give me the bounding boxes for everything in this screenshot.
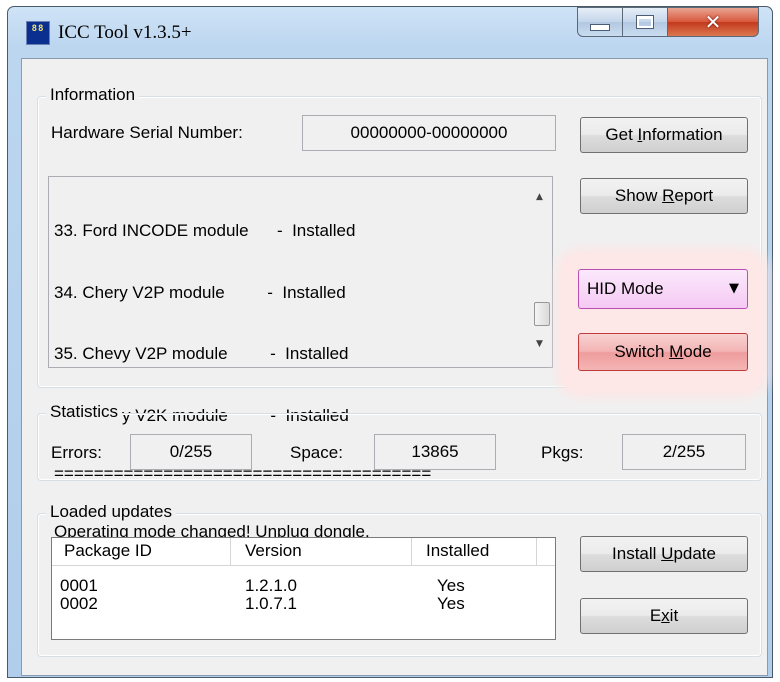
- minimize-icon: [590, 23, 610, 31]
- loaded-updates-group-title: Loaded updates: [46, 502, 176, 522]
- maximize-button[interactable]: [622, 7, 668, 37]
- version-cell: 1.2.1.0: [245, 576, 297, 595]
- title-bar[interactable]: 88 ICC Tool v1.3.5+ ✕: [8, 7, 772, 59]
- installed-cell: Yes: [437, 594, 465, 613]
- exit-label: Exit: [649, 606, 679, 625]
- column-divider[interactable]: [411, 538, 412, 565]
- scroll-up-arrow-icon[interactable]: ▲: [536, 192, 543, 202]
- pkgs-value: 2/255: [662, 442, 706, 461]
- get-information-button[interactable]: Get Information: [580, 117, 748, 153]
- mode-dropdown-value: HID Mode: [587, 279, 664, 298]
- mode-dropdown[interactable]: HID Mode ▼: [578, 269, 748, 309]
- serial-number-field[interactable]: 00000000-00000000: [302, 115, 556, 151]
- column-header-version[interactable]: Version: [245, 541, 302, 561]
- scroll-down-arrow-icon[interactable]: ▼: [536, 339, 543, 349]
- log-scrollbar[interactable]: ▲ ▼: [532, 177, 552, 367]
- installed-cell: Yes: [437, 576, 465, 595]
- errors-value: 0/255: [169, 442, 213, 461]
- pkgs-label: Pkgs:: [541, 443, 584, 462]
- column-header-package-id[interactable]: Package ID: [64, 541, 152, 561]
- updates-table[interactable]: Package ID Version Installed 0001 1.2.1.…: [51, 537, 556, 640]
- log-line: 35. Chevy V2P module - Installed: [54, 344, 349, 363]
- switch-mode-label: Switch Mode: [614, 342, 712, 361]
- space-value: 13865: [411, 442, 459, 461]
- show-report-label: Show Report: [614, 186, 714, 205]
- exit-button[interactable]: Exit: [580, 598, 748, 634]
- table-header: Package ID Version Installed: [52, 538, 555, 566]
- close-icon: ✕: [704, 10, 722, 34]
- install-update-label: Install Update: [612, 544, 716, 563]
- column-divider[interactable]: [536, 538, 537, 565]
- column-header-installed[interactable]: Installed: [426, 541, 489, 561]
- show-report-button[interactable]: Show Report: [580, 178, 748, 214]
- get-information-label: Get Information: [605, 125, 723, 144]
- package-id-cell: 0001: [60, 576, 98, 595]
- statistics-group-title: Statistics: [46, 402, 123, 422]
- serial-number-value: 00000000-00000000: [350, 123, 508, 142]
- column-divider[interactable]: [230, 538, 231, 565]
- errors-field[interactable]: 0/255: [130, 434, 252, 470]
- dropdown-arrow-icon: ▼: [729, 281, 739, 296]
- close-button[interactable]: ✕: [667, 7, 759, 37]
- space-label: Space:: [290, 443, 343, 462]
- window-title: ICC Tool v1.3.5+: [58, 22, 192, 43]
- app-icon[interactable]: 88: [26, 21, 50, 45]
- table-row[interactable]: 0001 1.2.1.0 Yes: [52, 576, 555, 596]
- scroll-thumb[interactable]: [534, 302, 550, 326]
- switch-mode-button[interactable]: Switch Mode: [578, 333, 748, 371]
- version-cell: 1.0.7.1: [245, 594, 297, 613]
- errors-label: Errors:: [51, 443, 102, 462]
- log-line: 34. Chery V2P module - Installed: [54, 282, 346, 302]
- serial-number-label: Hardware Serial Number:: [51, 123, 243, 142]
- install-update-button[interactable]: Install Update: [580, 536, 748, 572]
- package-id-cell: 0002: [60, 594, 98, 613]
- log-output[interactable]: 33. Ford INCODE module - Installed 34. C…: [48, 176, 553, 541]
- table-row[interactable]: 0002 1.0.7.1 Yes: [52, 594, 555, 614]
- minimize-button[interactable]: [577, 7, 623, 37]
- maximize-icon: [636, 15, 654, 29]
- log-line: 33. Ford INCODE module - Installed: [54, 221, 356, 240]
- space-field[interactable]: 13865: [374, 434, 496, 470]
- pkgs-field[interactable]: 2/255: [622, 434, 746, 470]
- information-group-title: Information: [46, 85, 140, 105]
